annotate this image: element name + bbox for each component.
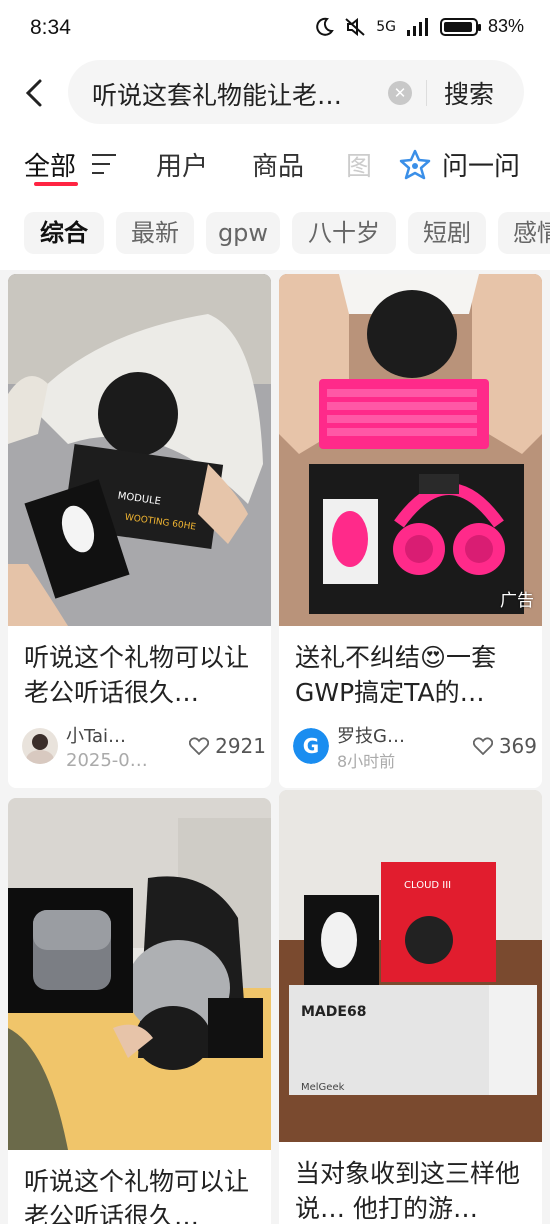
svg-text:MelGeek: MelGeek <box>301 1082 345 1093</box>
author-row: G 罗技G… 8小时前 369 <box>293 722 539 778</box>
tab-bar: 全部 用户 商品 图 问一问 <box>0 140 550 190</box>
author-name[interactable]: 罗技G… <box>337 722 405 748</box>
mute-icon <box>345 17 365 36</box>
author-name[interactable]: 小Tai… <box>66 722 126 748</box>
search-row: 听说这套礼物能让老… ✕ 搜索 <box>0 60 550 126</box>
header-area: 8:34 5G 83% 听说这套礼物能让老… ✕ 搜索 全部 用户 商品 图 问… <box>0 0 550 270</box>
svg-text:MADE68: MADE68 <box>301 1004 366 1020</box>
filter-chips: 综合 最新 gpw 八十岁 短剧 感情 <box>0 212 550 256</box>
clear-icon[interactable]: ✕ <box>388 81 412 105</box>
chip-emotion[interactable]: 感情 <box>498 212 550 254</box>
tab-active-indicator <box>34 182 78 186</box>
status-icons: 5G 83% <box>314 16 524 37</box>
chip-gpw[interactable]: gpw <box>206 212 280 254</box>
card-image[interactable] <box>279 274 542 626</box>
author-row: 小Tai… 2025-0… 2921 <box>22 722 268 778</box>
feed-card[interactable]: CLOUD III MADE68 MelGeek 当对象收到这三样他说… 他打的… <box>279 790 542 1224</box>
search-query[interactable]: 听说这套礼物能让老… <box>92 76 382 112</box>
ask-ai-icon[interactable] <box>398 148 432 182</box>
card-title[interactable]: 听说这个礼物可以让老公听话很久… <box>24 1164 264 1224</box>
like-number: 369 <box>498 734 537 758</box>
feed-card[interactable]: 广告 送礼不纠结😍一套GWP搞定TA的… G 罗技G… 8小时前 369 <box>279 274 542 788</box>
card-title[interactable]: 听说这个礼物可以让老公听话很久… <box>24 640 264 710</box>
search-button[interactable]: 搜索 <box>444 75 494 111</box>
back-arrow-icon[interactable] <box>22 78 46 108</box>
tab-images[interactable]: 图 <box>346 146 372 183</box>
search-divider <box>426 80 427 106</box>
signal-icon <box>406 17 428 36</box>
network-label: 5G <box>376 18 396 35</box>
svg-text:CLOUD III: CLOUD III <box>404 880 451 891</box>
battery-icon <box>439 17 481 36</box>
card-title[interactable]: 送礼不纠结😍一套GWP搞定TA的… <box>295 640 535 710</box>
search-input[interactable]: 听说这套礼物能让老… ✕ 搜索 <box>68 60 524 124</box>
like-count[interactable]: 2921 <box>189 734 266 758</box>
post-time: 2025-0… <box>66 750 148 771</box>
ad-label: 广告 <box>500 591 534 611</box>
svg-text:G: G <box>303 734 319 758</box>
tab-users[interactable]: 用户 <box>156 146 208 183</box>
like-count[interactable]: 369 <box>472 734 537 758</box>
chip-comprehensive[interactable]: 综合 <box>24 212 104 254</box>
card-title[interactable]: 当对象收到这三样他说… 他打的游… <box>295 1156 535 1224</box>
heart-icon[interactable] <box>189 737 210 755</box>
chip-eighty[interactable]: 八十岁 <box>292 212 396 254</box>
feed-card[interactable]: MODULE WOOTING 60HE 听说这个礼物可以让老公听话很久… 小Ta… <box>8 274 271 788</box>
moon-icon <box>316 17 335 36</box>
post-time: 8小时前 <box>337 752 396 771</box>
card-image[interactable]: CLOUD III MADE68 MelGeek <box>279 790 542 1142</box>
chip-latest[interactable]: 最新 <box>116 212 194 254</box>
heart-icon[interactable] <box>472 737 493 755</box>
filter-icon[interactable] <box>92 154 116 176</box>
card-image[interactable] <box>8 798 271 1150</box>
tab-all[interactable]: 全部 <box>24 146 76 183</box>
avatar[interactable] <box>22 728 58 764</box>
battery-level: 83% <box>487 16 524 36</box>
tab-products[interactable]: 商品 <box>252 146 304 183</box>
chip-short-drama[interactable]: 短剧 <box>408 212 486 254</box>
like-number: 2921 <box>215 734 266 758</box>
feed-card[interactable]: 听说这个礼物可以让老公听话很久… <box>8 798 271 1224</box>
tab-ask[interactable]: 问一问 <box>442 146 520 183</box>
status-time: 8:34 <box>30 16 71 39</box>
avatar[interactable]: G <box>293 728 329 764</box>
status-bar: 8:34 5G 83% <box>0 14 550 50</box>
card-image[interactable]: MODULE WOOTING 60HE <box>8 274 271 626</box>
